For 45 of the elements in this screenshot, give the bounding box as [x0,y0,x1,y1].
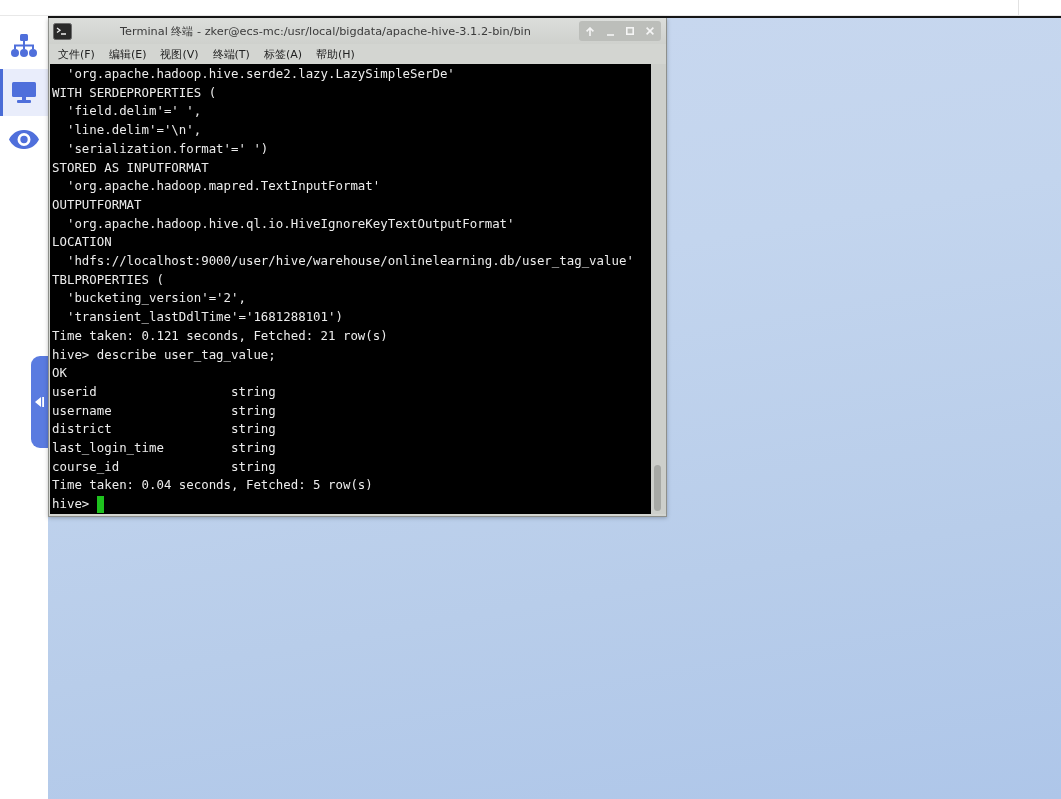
terminal-line: hive> describe user_tag_value; [52,345,276,364]
close-icon [646,27,654,35]
terminal-line: 'line.delim'='\n', [65,121,202,140]
terminal-line: course_id string [52,457,276,476]
terminal-line: 'field.delim'=' ', [65,102,202,121]
terminal-line: WITH SERDEPROPERTIES ( [52,83,217,102]
terminal-line: TBLPROPERTIES ( [52,270,164,289]
menu-item[interactable]: 终端(T) [212,46,250,62]
terminal-line: last_login_time string [52,439,276,458]
eye-icon [9,130,39,149]
terminal-line: 'hdfs://localhost:9000/user/hive/warehouse/onlinelearning.db/user_tag_value' [65,252,634,271]
terminal-line: 'org.apache.hadoop.hive.ql.io.HiveIgnoreKeyTextOutputFormat' [65,214,515,233]
menu-item[interactable]: 编辑(E) [108,46,147,62]
menu-item[interactable]: 视图(V) [160,46,199,62]
terminal-line: 'org.apache.hadoop.hive.serde2.lazy.LazySimpleSerDe' [65,65,455,83]
sitemap-icon [11,34,37,57]
maximize-icon [626,27,634,35]
terminal-line: district string [52,420,276,439]
terminal-prompt: hive> [52,495,90,514]
terminal-line: STORED AS INPUTFORMAT [52,158,209,177]
terminal-line: LOCATION [52,233,112,252]
arrow-up-icon [586,26,594,36]
window-title: Terminal 终端 - zker@ecs-mc:/usr/local/bigdata/apache-hive-3.1.2-bin/bin [119,23,532,39]
scrollbar-thumb[interactable] [654,465,661,511]
scrollbar[interactable] [651,64,666,514]
terminal-line: OK [52,364,67,383]
collapse-button[interactable] [31,356,48,448]
terminal-line: 'serialization.format'=' ') [65,139,269,158]
cursor-icon [96,496,105,513]
terminal-line: username string [52,401,276,420]
monitor-icon [12,82,36,103]
terminal-line: OUTPUTFORMAT [52,195,142,214]
terminal-icon [53,22,72,40]
menu-item[interactable]: 标签(A) [263,46,302,62]
terminal-line: Time taken: 0.04 seconds, Fetched: 5 row(s) [52,476,373,495]
terminal-line: 'transient_lastDdlTime'='1681288101') [65,308,343,327]
menu-item[interactable]: 帮助(H) [316,46,355,62]
terminal-line: 'bucketing_version'='2', [65,289,246,308]
minimize-icon [606,33,614,36]
collapse-icon [35,397,44,407]
terminal-line: 'org.apache.hadoop.mapred.TextInputFormat' [65,177,381,196]
terminal-line: Time taken: 0.121 seconds, Fetched: 21 row(s) [52,326,388,345]
sidebar-item[interactable] [0,69,48,116]
menu-item[interactable]: 文件(F) [58,46,95,62]
terminal-line: userid string [52,382,276,401]
